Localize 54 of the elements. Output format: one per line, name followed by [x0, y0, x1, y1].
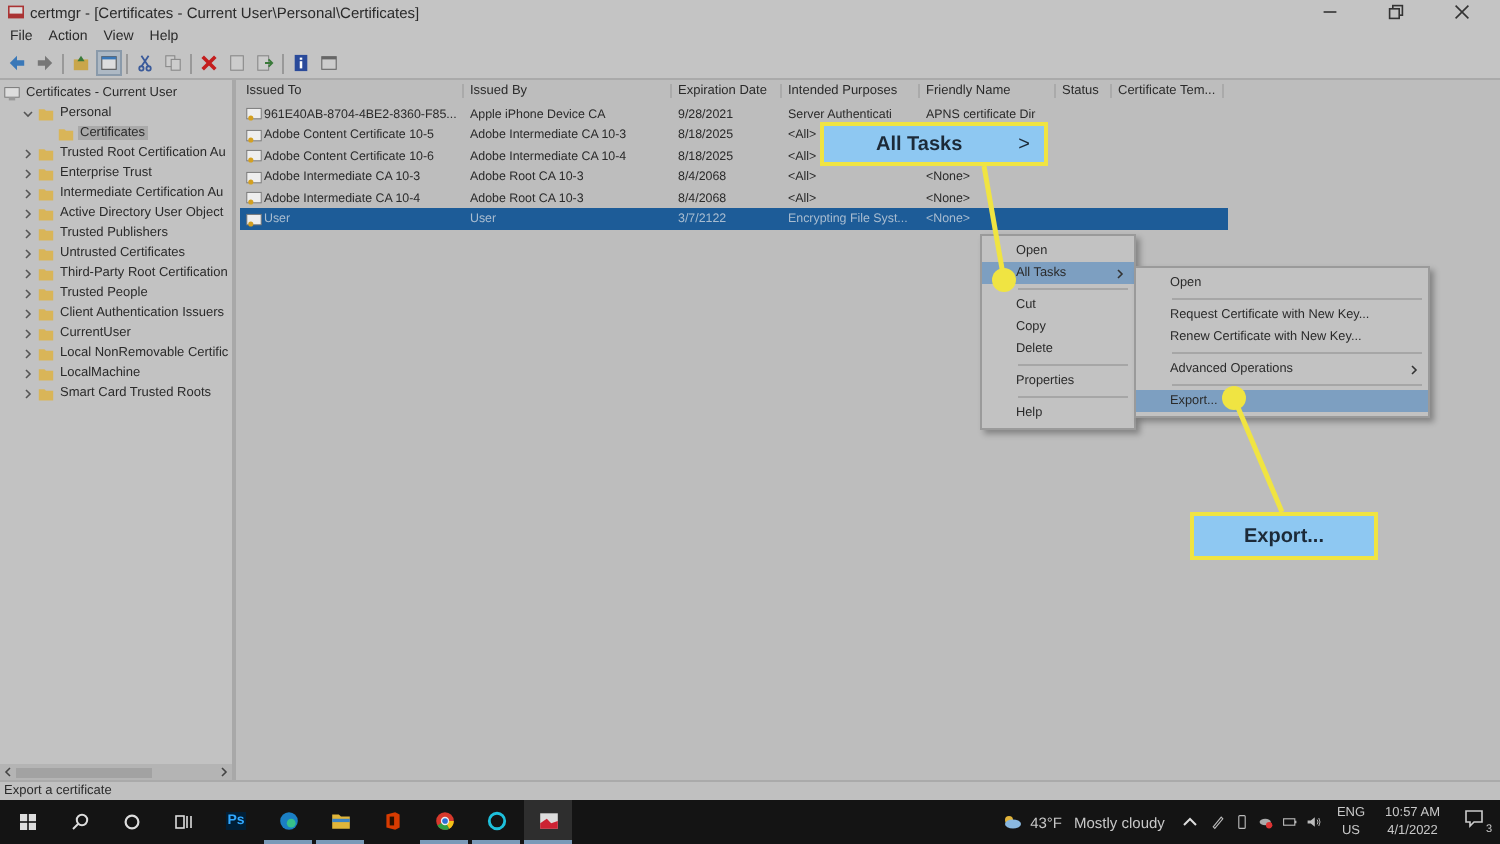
cloud-error-icon[interactable] [1256, 814, 1277, 830]
certificate-icon [246, 127, 262, 144]
taskbar-app[interactable] [524, 800, 572, 844]
chevron-icon[interactable] [22, 287, 34, 300]
battery-icon[interactable] [1280, 814, 1301, 830]
chevron-icon[interactable] [22, 167, 34, 180]
horizontal-scrollbar[interactable] [0, 764, 232, 781]
folder-up-icon[interactable] [70, 52, 92, 75]
forward-arrow-icon[interactable] [34, 52, 56, 75]
window-icon[interactable] [318, 52, 340, 75]
chevron-icon[interactable] [22, 347, 34, 360]
scroll-right-icon[interactable] [218, 766, 230, 779]
certificate-icon [246, 148, 262, 165]
leader-line [981, 165, 1016, 292]
certificate-icon [246, 169, 262, 186]
chevron-icon[interactable] [22, 147, 34, 160]
certificate-icon [246, 211, 262, 228]
export-icon[interactable] [254, 52, 276, 75]
pen-icon[interactable] [1208, 814, 1229, 830]
pane-icon[interactable] [98, 52, 120, 75]
callout-label: All Tasks > [820, 122, 1048, 166]
help-icon[interactable] [290, 52, 312, 75]
chevron-right-icon [1114, 267, 1126, 279]
back-arrow-icon[interactable] [6, 52, 28, 75]
chevron-icon[interactable] [22, 187, 34, 200]
chevron-right-icon [1408, 363, 1420, 375]
chevron-icon[interactable] [22, 267, 34, 280]
scroll-left-icon[interactable] [2, 766, 14, 779]
chevron-icon[interactable] [22, 107, 34, 120]
app-icon [8, 4, 24, 21]
speaker-icon[interactable] [1304, 814, 1325, 830]
browser-icon [277, 809, 299, 831]
chevron-icon[interactable] [22, 307, 34, 320]
ring-icon [485, 809, 507, 831]
delete-icon[interactable] [198, 52, 220, 75]
chrome-icon [433, 809, 455, 831]
callout-label: Export... [1190, 512, 1378, 560]
chevron-icon[interactable] [22, 207, 34, 220]
certificate-app-icon [537, 809, 559, 831]
notification-icon[interactable] [1464, 808, 1484, 828]
chevron-icon[interactable] [22, 327, 34, 340]
office-icon [381, 809, 403, 831]
chevron-icon[interactable] [22, 247, 34, 260]
chevron-icon[interactable] [22, 227, 34, 240]
close-icon[interactable] [1454, 4, 1470, 21]
scissors-icon[interactable] [134, 52, 156, 75]
chevron-icon[interactable] [22, 367, 34, 380]
certificate-icon [246, 106, 262, 123]
folder-icon [329, 809, 351, 831]
computer-certificate-icon [4, 85, 20, 102]
leader-line [1222, 386, 1285, 513]
certificate-icon [246, 190, 262, 207]
maximize-icon[interactable] [1388, 4, 1404, 21]
chevron-icon[interactable] [22, 387, 34, 400]
